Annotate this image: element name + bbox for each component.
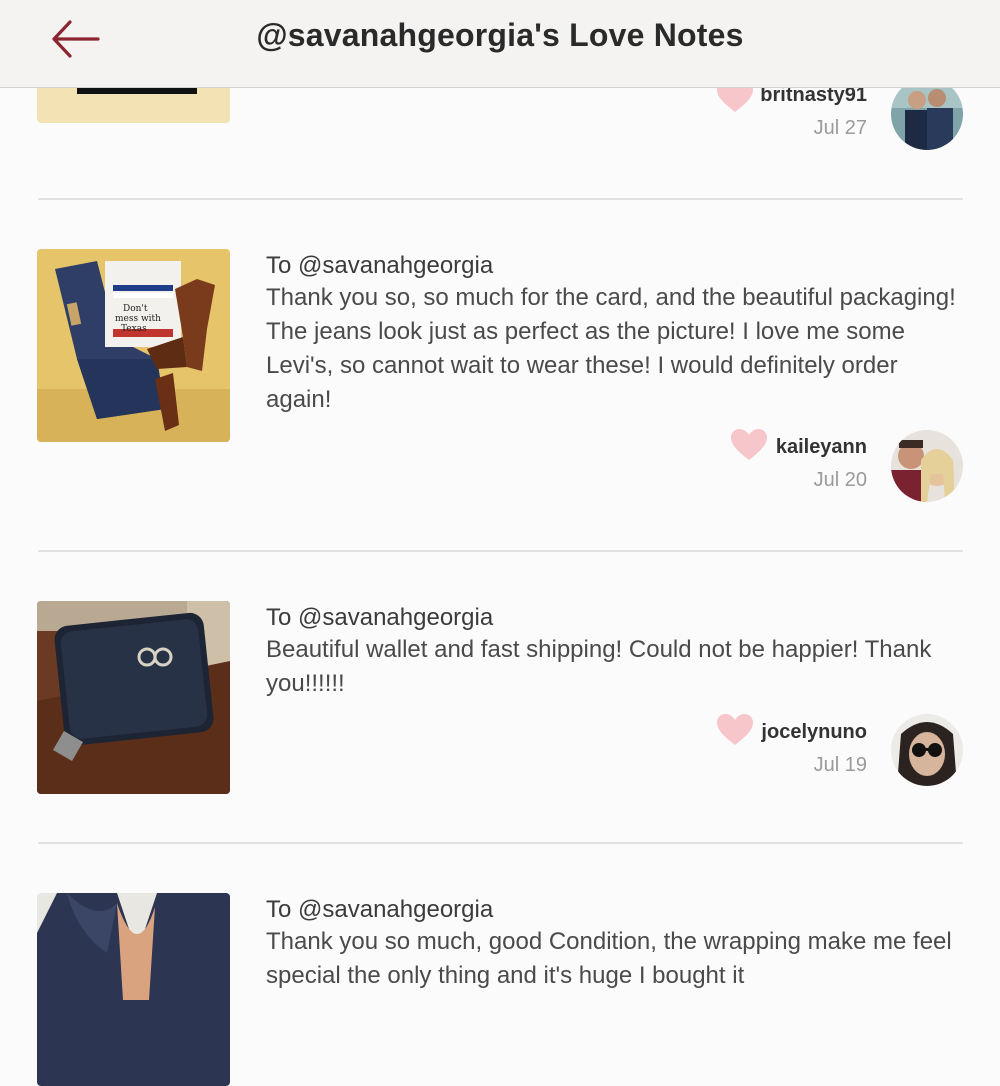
note-date: Jul 20 bbox=[813, 469, 867, 491]
note-message: Thank you so, so much for the card, and … bbox=[266, 284, 956, 413]
note-date: Jul 19 bbox=[813, 754, 867, 776]
heart-icon[interactable] bbox=[730, 428, 768, 462]
note-recipient: To @savanahgeorgia bbox=[266, 252, 494, 279]
page-title: @savanahgeorgia's Love Notes bbox=[256, 17, 744, 53]
heart-icon[interactable] bbox=[716, 713, 754, 747]
note-photo[interactable] bbox=[37, 893, 230, 1086]
photo-text: Don't bbox=[123, 304, 148, 314]
svg-text:mess with: mess with bbox=[115, 314, 161, 324]
app-header: @savanahgeorgia's Love Notes bbox=[0, 0, 1000, 88]
user-avatar[interactable] bbox=[891, 714, 963, 786]
note-photo[interactable]: Don't mess with Texas bbox=[37, 249, 230, 442]
note-message: Beautiful wallet and fast shipping! Coul… bbox=[266, 636, 932, 697]
love-notes-feed[interactable]: britnasty91 Jul 27 Don't mess with Texas… bbox=[0, 0, 1000, 1086]
divider bbox=[38, 842, 963, 844]
note-username[interactable]: kaileyann bbox=[776, 436, 867, 459]
user-avatar[interactable] bbox=[891, 430, 963, 502]
user-avatar[interactable] bbox=[891, 78, 963, 150]
note-username[interactable]: jocelynuno bbox=[761, 721, 867, 744]
note-recipient: To @savanahgeorgia bbox=[266, 896, 494, 923]
note-recipient: To @savanahgeorgia bbox=[266, 604, 494, 631]
divider bbox=[38, 198, 963, 200]
note-message: Thank you so much, good Condition, the w… bbox=[266, 928, 952, 989]
note-date: Jul 27 bbox=[813, 117, 867, 139]
svg-text:Texas: Texas bbox=[121, 324, 147, 334]
note-photo[interactable] bbox=[37, 601, 230, 794]
divider bbox=[38, 550, 963, 552]
